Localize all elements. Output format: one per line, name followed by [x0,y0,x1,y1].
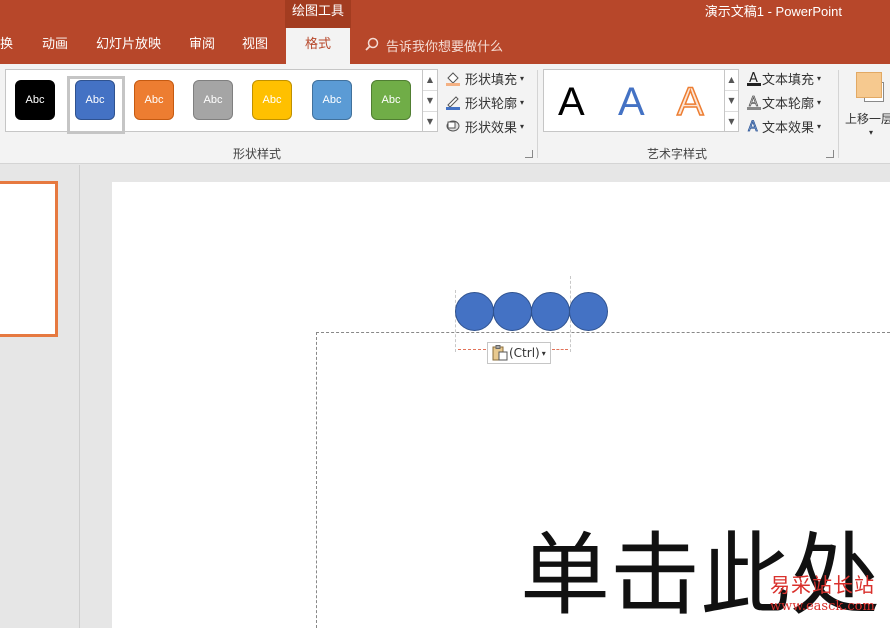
smart-guide-horizontal [552,349,568,350]
title-bar: 绘图工具 演示文稿1 - PowerPoint [0,0,890,28]
chevron-down-icon: ▾ [541,348,546,358]
pen-icon [446,96,460,110]
chevron-down-icon: ▾ [869,128,874,137]
wordart-scroll: ▲ ▼ ▼ [725,69,739,132]
wordart-style-orange-outline[interactable]: A [676,78,704,126]
shape-fill-button[interactable]: 形状填充 ▾ [445,67,524,89]
svg-text:A: A [748,119,758,134]
bring-forward-button[interactable]: 上移一层 ▾ [845,70,890,150]
shape-styles-group-label: 形状样式 [233,147,282,161]
scroll-down-icon[interactable]: ▼ [423,91,437,112]
tell-me-placeholder: 告诉我你想要做什么 [386,39,504,55]
shape-style-orange[interactable]: Abc [134,80,174,120]
circle-shape[interactable] [493,292,532,331]
shape-style-light-blue[interactable]: Abc [312,80,352,120]
shape-style-gold[interactable]: Abc [252,80,292,120]
text-outline-icon: A [747,95,761,110]
wordart-scroll-up-icon[interactable]: ▲ [725,70,738,91]
bring-forward-icon [856,72,882,98]
ribbon: Abc Abc Abc Abc Abc Abc Abc ▲ ▼ ▼ 形状填充 ▾ … [0,64,890,164]
wordart-style-blue[interactable]: A [618,78,645,126]
wordart-styles-group-label: 艺术字样式 [647,147,708,161]
smart-guide-vertical [455,290,456,352]
text-fill-button[interactable]: A 文本填充 ▾ [746,67,821,89]
slide-thumbnail[interactable] [0,181,58,337]
text-effects-icon: A [748,119,759,134]
wordart-more-icon[interactable]: ▼ [725,112,738,133]
slide-thumbnail-pane [0,165,80,628]
shape-effects-icon [446,120,460,132]
more-styles-icon[interactable]: ▼ [423,112,437,133]
text-fill-icon: A [747,71,761,86]
circle-shape[interactable] [569,292,608,331]
search-icon [365,37,379,51]
drawing-tools-context-label: 绘图工具 [285,0,351,28]
ribbon-divider [537,70,538,158]
window-title: 演示文稿1 - PowerPoint [704,4,842,19]
shape-style-gray[interactable]: Abc [193,80,233,120]
site-watermark: 易采站长站 www.easck.com [770,573,875,614]
shape-outline-button[interactable]: 形状轮廓 ▾ [445,91,524,113]
shape-styles-launcher-icon[interactable] [525,150,533,158]
ribbon-divider [838,70,839,158]
tab-animations[interactable]: 动画 [42,28,68,62]
wordart-launcher-icon[interactable] [826,150,834,158]
smart-guide-horizontal [458,349,486,350]
ribbon-tabs: 换 动画 幻灯片放映 审阅 视图 格式 告诉我你想要做什么 [0,28,890,64]
tell-me-search[interactable]: 告诉我你想要做什么 [364,28,503,62]
paint-bucket-icon [446,72,460,86]
circle-shape[interactable] [531,292,570,331]
wordart-gallery: A A A [543,69,725,132]
shape-style-blue[interactable]: Abc [75,80,115,120]
tab-transitions[interactable]: 换 [0,28,13,62]
paste-options-button[interactable]: (Ctrl) ▾ [487,342,551,364]
wordart-style-black[interactable]: A [558,78,585,126]
tab-format[interactable]: 格式 [286,28,350,64]
tab-review[interactable]: 审阅 [189,28,215,62]
shape-effects-button[interactable]: 形状效果 ▾ [445,115,524,137]
shape-style-black[interactable]: Abc [15,80,55,120]
wordart-scroll-down-icon[interactable]: ▼ [725,91,738,112]
scroll-up-icon[interactable]: ▲ [423,70,437,91]
tab-view[interactable]: 视图 [242,28,268,62]
clipboard-icon [492,345,508,361]
shape-style-green[interactable]: Abc [371,80,411,120]
paste-options-label: (Ctrl) [509,346,540,360]
text-effects-button[interactable]: A 文本效果 ▾ [746,115,821,137]
circle-shape[interactable] [455,292,494,331]
shape-styles-scroll: ▲ ▼ ▼ [423,69,438,132]
text-outline-button[interactable]: A 文本轮廓 ▾ [746,91,821,113]
tab-slideshow[interactable]: 幻灯片放映 [96,28,161,62]
